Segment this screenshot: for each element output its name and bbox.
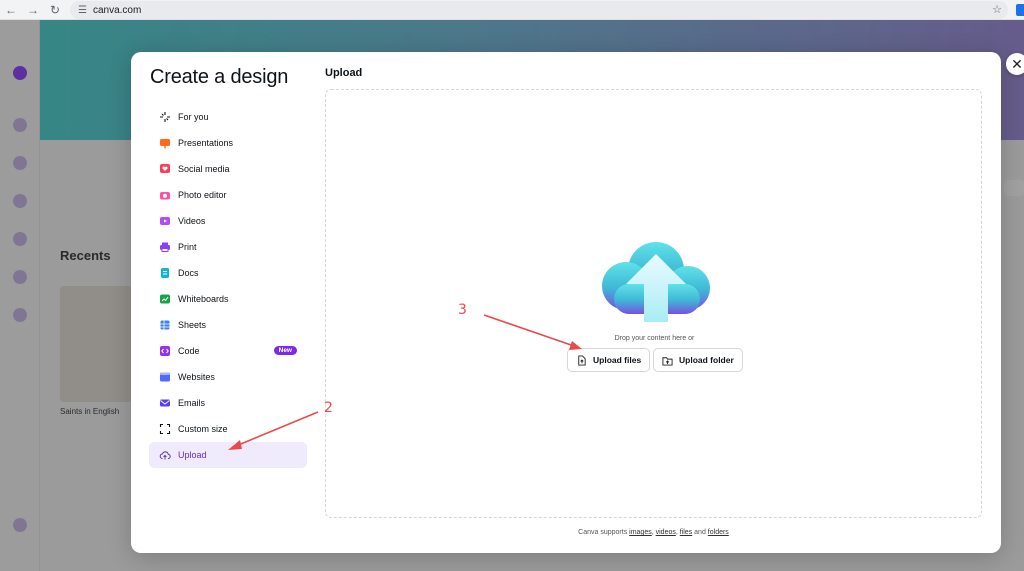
file-upload-icon	[578, 354, 586, 366]
email-icon	[159, 397, 171, 409]
menu-item-label: Presentations	[178, 138, 234, 148]
create-design-modal: Create a design For you Presentations Soci…	[131, 52, 1001, 553]
menu-item-docs[interactable]: Docs	[149, 260, 307, 286]
menu-item-custom-size[interactable]: Custom size	[149, 416, 307, 442]
menu-item-sheets[interactable]: Sheets	[149, 312, 307, 338]
menu-item-upload[interactable]: Upload	[149, 442, 307, 468]
upload-panel-title: Upload	[325, 67, 363, 79]
upload-files-button[interactable]: Upload files	[567, 348, 651, 372]
camera-icon	[159, 189, 171, 201]
menu-item-emails[interactable]: Emails	[149, 390, 307, 416]
folders-link[interactable]: folders	[708, 529, 729, 536]
menu-item-presentations[interactable]: Presentations	[149, 130, 307, 156]
code-icon	[159, 345, 171, 357]
menu-item-social-media[interactable]: Social media	[149, 156, 307, 182]
menu-item-photo-editor[interactable]: Photo editor	[149, 182, 307, 208]
menu-item-label: For you	[178, 112, 209, 122]
menu-item-videos[interactable]: Videos	[149, 208, 307, 234]
menu-item-label: Websites	[178, 372, 215, 382]
browser-toolbar: ← → ↻ ☰ canva.com ☆	[0, 0, 1024, 20]
footer-and: and	[694, 529, 706, 536]
upload-folder-label: Upload folder	[679, 355, 734, 365]
design-type-menu: For you Presentations Social media Photo ed…	[149, 104, 307, 468]
new-badge: New	[273, 346, 297, 355]
upload-files-label: Upload files	[593, 355, 642, 365]
upload-dropzone[interactable]: Drop your content here or Upload files U…	[325, 89, 982, 518]
printer-icon	[159, 241, 171, 253]
menu-item-label: Print	[178, 242, 197, 252]
menu-item-label: Videos	[178, 216, 206, 226]
presentation-icon	[159, 137, 171, 149]
menu-item-print[interactable]: Print	[149, 234, 307, 260]
site-settings-icon[interactable]: ☰	[78, 5, 87, 16]
sheet-icon	[159, 319, 171, 331]
annotation-step-3: 3	[458, 302, 467, 318]
doc-icon	[159, 267, 171, 279]
upload-folder-button[interactable]: Upload folder	[653, 348, 743, 372]
address-bar[interactable]: ☰ canva.com ☆	[70, 1, 1008, 19]
reload-icon[interactable]: ↻	[44, 0, 66, 20]
bookmark-star-icon[interactable]: ☆	[992, 3, 1002, 16]
menu-item-label: Social media	[178, 164, 230, 174]
menu-item-label: Sheets	[178, 320, 207, 330]
whiteboard-icon	[159, 293, 171, 305]
heart-icon	[159, 163, 171, 175]
back-arrow-icon[interactable]: ←	[0, 0, 22, 20]
menu-item-label: Photo editor	[178, 190, 227, 200]
modal-title: Create a design	[150, 66, 289, 88]
cloud-upload-icon	[159, 449, 171, 461]
menu-item-label: Emails	[178, 398, 206, 408]
menu-item-whiteboards[interactable]: Whiteboards	[149, 286, 307, 312]
drop-instruction: Drop your content here or	[614, 335, 695, 342]
menu-item-code[interactable]: Code New	[149, 338, 307, 364]
menu-item-label: Upload	[178, 450, 207, 460]
footer-prefix: Canva supports	[578, 529, 628, 536]
forward-arrow-icon[interactable]: →	[22, 0, 44, 20]
menu-item-label: Code	[178, 346, 200, 356]
videos-link[interactable]: videos	[656, 529, 676, 536]
close-modal-button[interactable]: ✕	[1006, 53, 1024, 75]
supported-types-note: Canva supports images, videos, files and…	[578, 529, 729, 536]
website-icon	[159, 371, 171, 383]
menu-item-label: Custom size	[178, 424, 228, 434]
menu-item-label: Docs	[178, 268, 199, 278]
annotation-step-2: 2	[324, 400, 333, 416]
video-icon	[159, 215, 171, 227]
folder-upload-icon	[662, 356, 673, 366]
address-url: canva.com	[92, 4, 142, 16]
close-icon: ✕	[1011, 55, 1023, 72]
cloud-upload-illustration-icon	[602, 242, 710, 322]
extension-icon[interactable]	[1016, 4, 1024, 16]
sparkle-icon	[159, 111, 171, 123]
images-link[interactable]: images	[629, 529, 652, 536]
menu-item-label: Whiteboards	[178, 294, 229, 304]
menu-item-for-you[interactable]: For you	[149, 104, 307, 130]
files-link[interactable]: files	[680, 529, 692, 536]
menu-item-websites[interactable]: Websites	[149, 364, 307, 390]
custom-size-icon	[159, 423, 171, 435]
